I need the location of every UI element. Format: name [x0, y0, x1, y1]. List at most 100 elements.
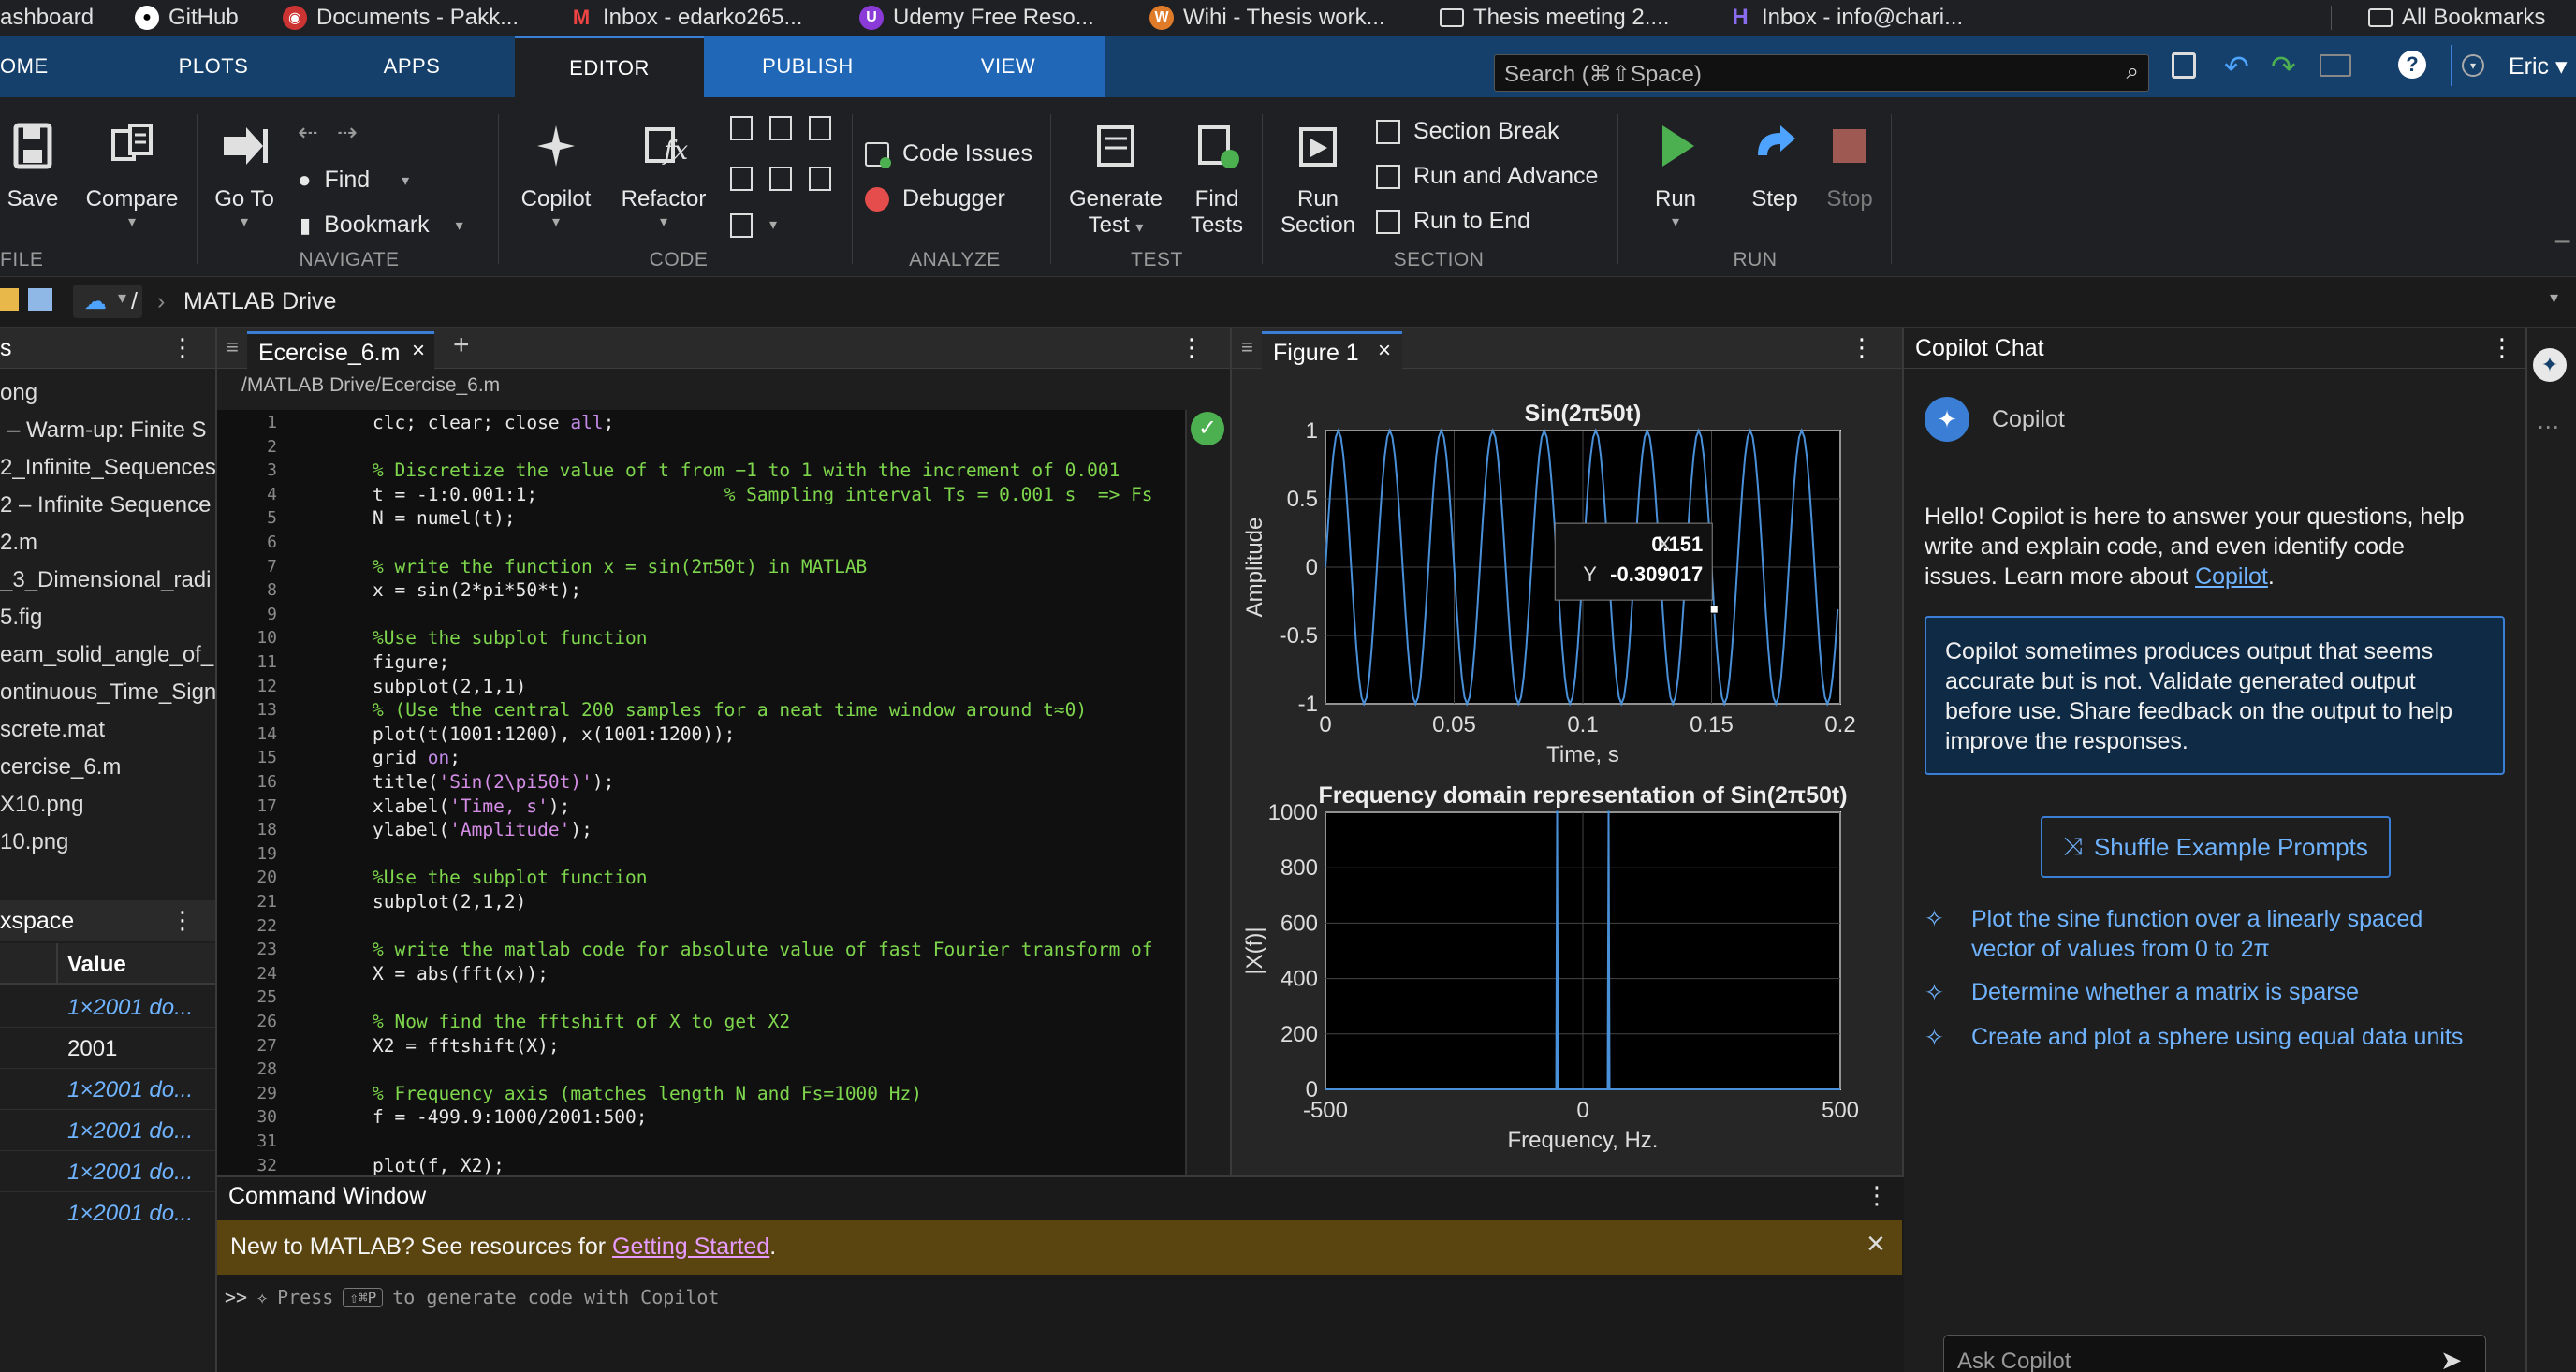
file-item[interactable]: screte.mat [0, 717, 105, 743]
browse-folder-icon[interactable] [28, 288, 52, 311]
save-icon[interactable] [2172, 52, 2196, 79]
line-number[interactable]: 17 [217, 796, 277, 816]
code-line[interactable]: plot(f, X2); [373, 1155, 505, 1175]
line-number[interactable]: 16 [217, 772, 277, 792]
prompt-suggestion-3[interactable]: ✧ Create and plot a sphere using equal d… [1925, 1024, 2463, 1051]
code-line[interactable]: % (Use the central 200 samples for a nea… [373, 699, 1087, 721]
line-number[interactable]: 2 [217, 437, 277, 457]
tab-view[interactable]: VIEW [912, 36, 1105, 97]
code-line[interactable]: %Use the subplot function [373, 627, 648, 649]
chevron-down-icon[interactable]: ▾ [769, 215, 777, 234]
help-icon[interactable]: ? [2398, 51, 2426, 79]
bookmark-github[interactable]: ● GitHub [135, 0, 239, 36]
code-line[interactable]: f = -499.9:1000/2001:500; [373, 1106, 648, 1128]
line-number[interactable]: 23 [217, 940, 277, 959]
line-number[interactable]: 21 [217, 892, 277, 912]
line-number[interactable]: 11 [217, 652, 277, 672]
code-line[interactable]: t = -1:0.001:1; % Sampling interval Ts =… [373, 484, 1153, 505]
code-line[interactable]: ylabel('Amplitude'); [373, 819, 593, 840]
compare-button[interactable]: Compare ▾ [80, 118, 183, 231]
line-number[interactable]: 4 [217, 485, 277, 504]
workspace-column-header[interactable]: Value [0, 943, 215, 985]
code-line[interactable]: % Now find the fftshift of X to get X2 [373, 1011, 790, 1032]
copilot-learn-more-link[interactable]: Copilot [2195, 563, 2268, 590]
code-line[interactable]: grid on; [373, 747, 461, 768]
ask-copilot-input[interactable]: Ask Copilot ➤ [1943, 1335, 2486, 1372]
generate-test-button[interactable]: Generate Test ▾ [1063, 118, 1168, 239]
copilot-button[interactable]: Copilot ▾ [513, 118, 599, 231]
prompt-suggestion-1[interactable]: ✧ Plot the sine function over a linearly… [1925, 904, 2422, 964]
no-issues-check-icon[interactable]: ✓ [1191, 412, 1224, 445]
tab-publish[interactable]: PUBLISH [704, 36, 912, 97]
search-input[interactable]: Search (⌘⇧Space) ⌕ [1494, 54, 2149, 92]
line-number[interactable]: 3 [217, 460, 277, 480]
increase-indent-icon[interactable] [769, 167, 792, 191]
file-item[interactable]: 2.m [0, 530, 37, 556]
line-number[interactable]: 20 [217, 868, 277, 887]
file-item[interactable]: cercise_6.m [0, 754, 121, 781]
file-item[interactable]: 5.fig [0, 605, 42, 631]
drag-handle-icon[interactable]: ≡ [1241, 335, 1253, 359]
code-line[interactable]: plot(t(1001:1200), x(1001:1200)); [373, 723, 735, 745]
wrap-icon[interactable] [809, 116, 831, 140]
figure-canvas[interactable]: 0 0.05 0.1 0.15 0.2 1 0.5 0 -0.5 -1 Sin(2π50t) Time… [1232, 369, 1904, 1175]
tab-home[interactable]: OME [0, 36, 56, 97]
folder-icon[interactable] [0, 288, 19, 311]
getting-started-link[interactable]: Getting Started [612, 1233, 769, 1260]
line-number[interactable]: 10 [217, 628, 277, 648]
collapse-toolstrip-icon[interactable]: ▔ [2555, 240, 2569, 263]
chevron-down-icon[interactable]: ▾ [2462, 54, 2484, 77]
file-item[interactable]: X10.png [0, 792, 83, 818]
code-line[interactable]: title('Sin(2\pi50t)'); [373, 771, 614, 793]
add-tab-icon[interactable]: + [453, 329, 470, 361]
close-icon[interactable]: × [1866, 1226, 1885, 1263]
debugger-button[interactable]: Debugger [865, 185, 1005, 212]
code-line[interactable]: % Discretize the value of t from −1 to 1… [373, 460, 1120, 481]
bookmark-wihi[interactable]: W Wihi - Thesis work... [1149, 0, 1385, 36]
workspace-row[interactable]: 2001 [0, 1028, 215, 1069]
code-line[interactable]: % write the matlab code for absolute val… [373, 939, 1153, 960]
line-number[interactable]: 8 [217, 580, 277, 600]
user-menu[interactable]: Eric ▾ [2509, 52, 2568, 80]
drag-handle-icon[interactable]: ≡ [227, 335, 239, 359]
workspace-row[interactable]: 1×2001 do... [0, 1151, 215, 1192]
find-button[interactable]: ● Find ▾ [298, 167, 409, 194]
line-number[interactable]: 15 [217, 748, 277, 767]
go-to-button[interactable]: Go To ▾ [208, 118, 281, 231]
send-icon[interactable]: ➤ [2440, 1345, 2462, 1372]
line-number[interactable]: 30 [217, 1107, 277, 1127]
line-number[interactable]: 1 [217, 413, 277, 432]
run-section-button[interactable]: Run Section [1269, 118, 1367, 239]
file-item[interactable]: ontinuous_Time_Sign [0, 679, 215, 706]
layout-icon[interactable] [2320, 54, 2351, 77]
line-number[interactable]: 6 [217, 533, 277, 552]
section-break-button[interactable]: Section Break [1376, 118, 1559, 145]
file-item[interactable]: 10.png [0, 829, 68, 855]
format-icon[interactable] [730, 213, 753, 238]
tab-plots[interactable]: PLOTS [159, 36, 268, 97]
line-number[interactable]: 18 [217, 820, 277, 839]
bookmark-documents[interactable]: ◉ Documents - Pakk... [283, 0, 519, 36]
line-number[interactable]: 28 [217, 1059, 277, 1079]
nav-back-icon[interactable]: ⇠ [298, 118, 318, 147]
workspace-row[interactable]: 1×2001 do... [0, 1110, 215, 1151]
save-button[interactable]: Save [0, 118, 66, 212]
run-button[interactable]: Run ▾ [1638, 118, 1713, 231]
file-item[interactable]: eam_solid_angle_of_ [0, 642, 213, 668]
line-number[interactable]: 32 [217, 1156, 277, 1175]
line-number[interactable]: 14 [217, 724, 277, 744]
line-number[interactable]: 22 [217, 916, 277, 936]
file-item[interactable]: 2_Infinite_Sequences [0, 455, 215, 481]
more-options-icon[interactable]: ⋯ [2537, 414, 2559, 441]
line-number[interactable]: 27 [217, 1036, 277, 1056]
line-number[interactable]: 13 [217, 700, 277, 720]
code-line[interactable]: % Frequency axis (matches length N and F… [373, 1083, 922, 1104]
bookmark-udemy[interactable]: U Udemy Free Reso... [859, 0, 1094, 36]
more-options-icon[interactable]: ⋮ [1179, 333, 1204, 362]
tab-apps[interactable]: APPS [356, 36, 468, 97]
step-button[interactable]: Step [1737, 118, 1812, 212]
all-bookmarks[interactable]: All Bookmarks [2368, 0, 2545, 36]
editor-tab[interactable]: Ecercise_6.m × [247, 331, 434, 369]
run-to-end-button[interactable]: Run to End [1376, 208, 1530, 235]
bookmark-thesis-folder[interactable]: Thesis meeting 2.... [1440, 0, 1669, 36]
